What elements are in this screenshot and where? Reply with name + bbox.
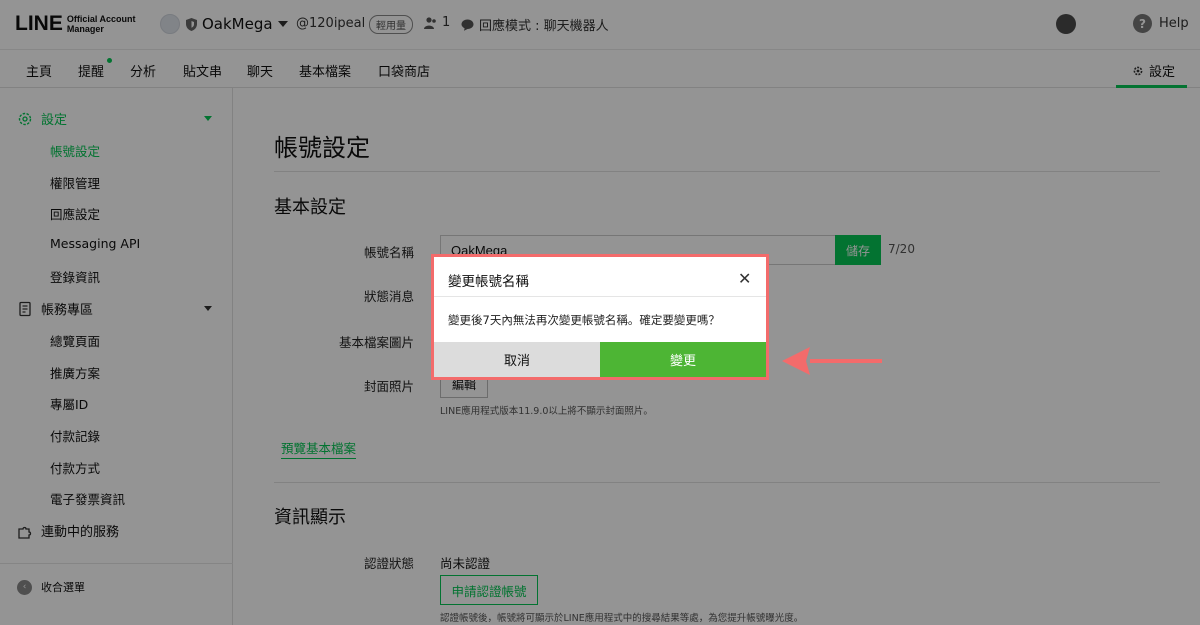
cancel-button[interactable]: 取消 [434, 342, 600, 377]
dialog-message: 變更後7天內無法再次變更帳號名稱。確定要變更嗎？ [448, 313, 720, 327]
pointer-arrow-icon [782, 347, 882, 375]
dialog-title: 變更帳號名稱 [448, 274, 529, 290]
confirm-change-button[interactable]: 變更 [600, 342, 766, 377]
dialog-highlight-frame: 變更帳號名稱 ✕ 變更後7天內無法再次變更帳號名稱。確定要變更嗎？ 取消 變更 [431, 254, 769, 380]
dialog-divider [434, 296, 766, 297]
close-icon[interactable]: ✕ [738, 269, 751, 288]
change-name-dialog: 變更帳號名稱 ✕ 變更後7天內無法再次變更帳號名稱。確定要變更嗎？ 取消 變更 [434, 257, 766, 377]
